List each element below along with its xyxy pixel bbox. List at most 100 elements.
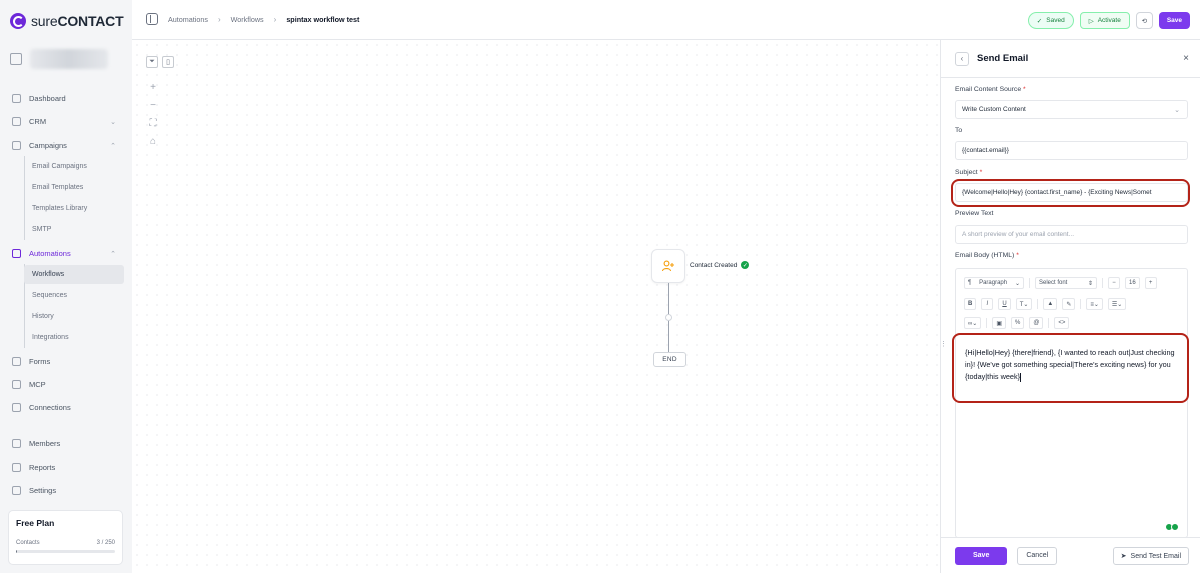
sidebar-item-campaigns[interactable]: Campaigns ⌃ (8, 136, 124, 155)
text-color-icon[interactable]: ▲ (1043, 298, 1058, 310)
sidebar-item-crm[interactable]: CRM ⌄ (8, 112, 124, 131)
breadcrumb-workflows[interactable]: Workflows (231, 15, 264, 24)
save-button[interactable]: Save (1158, 12, 1190, 29)
to-field[interactable]: {{contact.email}} (955, 141, 1188, 160)
chevron-up-icon: ⌃ (110, 142, 116, 150)
paragraph-select[interactable]: ¶ Paragraph ⌄ (964, 277, 1024, 289)
zoom-in-icon[interactable]: + (147, 82, 159, 94)
merge-tag-icon[interactable]: % (1010, 317, 1025, 329)
preview-text-field[interactable]: A short preview of your email content... (955, 225, 1188, 244)
workflow-canvas[interactable]: ⏷ ▯ + − ⛶ ⌂ Contact Created ✓ END (132, 40, 940, 573)
italic-icon[interactable]: I (981, 298, 994, 310)
sidebar-item-mcp[interactable]: MCP (8, 375, 124, 394)
send-icon: ➤ (1120, 553, 1127, 560)
zoom-controls: + − ⛶ ⌂ (147, 82, 159, 148)
connections-icon (12, 403, 21, 412)
reports-icon (12, 463, 21, 472)
sidebar-subitem-integrations[interactable]: Integrations (24, 328, 124, 347)
at-sign-icon[interactable]: @ (1029, 317, 1044, 329)
panel-save-button[interactable]: Save (955, 546, 1008, 565)
subject-label: Subject (955, 169, 978, 176)
grammar-assistant-icon[interactable] (1165, 523, 1179, 531)
members-icon (12, 439, 21, 448)
automations-icon (12, 249, 21, 258)
sidebar-item-forms[interactable]: Forms (8, 352, 124, 371)
surecontact-logo-icon (10, 13, 26, 29)
fit-view-icon[interactable]: ⛶ (147, 118, 159, 130)
code-icon[interactable]: <> (1054, 317, 1070, 329)
settings-icon (12, 486, 21, 495)
lock-icon[interactable]: ⌂ (147, 136, 159, 148)
close-icon[interactable]: × (1183, 53, 1189, 64)
history-button[interactable]: ⟲ (1135, 12, 1153, 29)
workspace-name-redacted (30, 49, 108, 69)
underline-icon[interactable]: U (998, 298, 1011, 310)
sidebar-subitem-sequences[interactable]: Sequences (24, 286, 124, 305)
play-icon: ▷ (1088, 17, 1094, 25)
preview-text-label: Preview Text (955, 210, 994, 217)
filter-icon[interactable]: ⏷ (146, 56, 158, 68)
user-plus-icon (661, 260, 674, 272)
sidebar-item-label: Automations (29, 249, 71, 258)
breadcrumb-automations[interactable]: Automations (168, 15, 208, 24)
back-button[interactable]: ‹ (955, 51, 969, 66)
sidebar-subitem-smtp[interactable]: SMTP (24, 220, 124, 239)
panel-title: Send Email (977, 53, 1029, 64)
sidebar-subitem-email-campaigns[interactable]: Email Campaigns (24, 157, 124, 176)
sidebar-item-label: Forms (29, 357, 51, 366)
add-step-handle[interactable] (665, 314, 672, 321)
sidebar-item-settings[interactable]: Settings (8, 481, 124, 500)
end-node: END (653, 352, 686, 367)
font-size-value[interactable]: 16 (1125, 277, 1140, 289)
content-source-select[interactable]: Write Custom Content ⌄ (955, 100, 1188, 119)
sidebar-item-label: Dashboard (29, 94, 66, 103)
activate-button[interactable]: ▷ Activate (1079, 12, 1130, 29)
paragraph-icon: ¶ (968, 280, 972, 286)
zoom-out-icon[interactable]: − (147, 100, 159, 112)
saved-status-badge: ✓ Saved (1027, 12, 1074, 29)
sidebar-item-label: CRM (29, 117, 47, 126)
email-body-editor[interactable]: ¶ Paragraph ⌄ Select font ⇕ − 16 + B I U T⌄… (955, 268, 1188, 538)
check-circle-icon: ✓ (741, 261, 750, 269)
resize-handle-icon[interactable]: ⋮ (940, 340, 947, 348)
plan-title: Free Plan (16, 518, 55, 528)
panel-footer: Save Cancel ➤ Send Test Email (941, 537, 1200, 573)
list-icon[interactable]: ☰⌄ (1107, 298, 1127, 310)
sidebar-subitem-email-templates[interactable]: Email Templates (24, 178, 124, 197)
font-select[interactable]: Select font ⇕ (1035, 277, 1097, 289)
chevron-down-icon: ⌄ (110, 118, 116, 126)
chevron-right-icon: › (217, 14, 221, 24)
send-test-email-button[interactable]: ➤ Send Test Email (1112, 547, 1189, 565)
sidebar-item-label: Campaigns (29, 141, 67, 150)
editor-toolbar-row-1: ¶ Paragraph ⌄ Select font ⇕ − 16 + (964, 277, 1157, 289)
sidebar-item-connections[interactable]: Connections (8, 398, 124, 417)
sidebar-item-members[interactable]: Members (8, 434, 124, 453)
font-size-decrease[interactable]: − (1108, 277, 1120, 289)
editor-toolbar-row-2: B I U T⌄ ▲ ✎ ≡⌄ ☰⌄ (964, 298, 1127, 310)
sidebar-subitem-templates-library[interactable]: Templates Library (24, 199, 124, 218)
text-format-icon[interactable]: T⌄ (1015, 298, 1033, 310)
sidebar-item-reports[interactable]: Reports (8, 458, 124, 477)
chevron-updown-icon: ⇕ (1087, 280, 1093, 287)
app-logo[interactable]: sureCONTACT (10, 12, 124, 30)
sidebar-subitem-history[interactable]: History (24, 307, 124, 326)
sidebar-toggle-icon[interactable] (146, 13, 158, 25)
align-icon[interactable]: ≡⌄ (1086, 298, 1103, 310)
sidebar-subitem-workflows[interactable]: Workflows (24, 265, 124, 284)
email-body-label: Email Body (HTML) (955, 252, 1015, 259)
trigger-node[interactable] (651, 249, 685, 283)
breadcrumb: Automations › Workflows › spintax workfl… (146, 13, 359, 25)
campaigns-icon (12, 141, 21, 150)
chevron-right-icon: › (273, 14, 277, 24)
cancel-button[interactable]: Cancel (1017, 546, 1058, 565)
link-icon[interactable]: ∞⌄ (964, 317, 982, 329)
layout-icon[interactable]: ▯ (162, 56, 174, 68)
sidebar-item-dashboard[interactable]: Dashboard (8, 89, 124, 108)
mcp-icon (12, 380, 21, 389)
image-icon[interactable]: ▣ (992, 317, 1006, 329)
bold-icon[interactable]: B (964, 298, 977, 310)
font-size-increase[interactable]: + (1144, 277, 1157, 289)
highlight-icon[interactable]: ✎ (1062, 298, 1076, 310)
workspace-switcher[interactable] (10, 46, 122, 72)
sidebar-item-automations[interactable]: Automations ⌃ (8, 244, 124, 263)
